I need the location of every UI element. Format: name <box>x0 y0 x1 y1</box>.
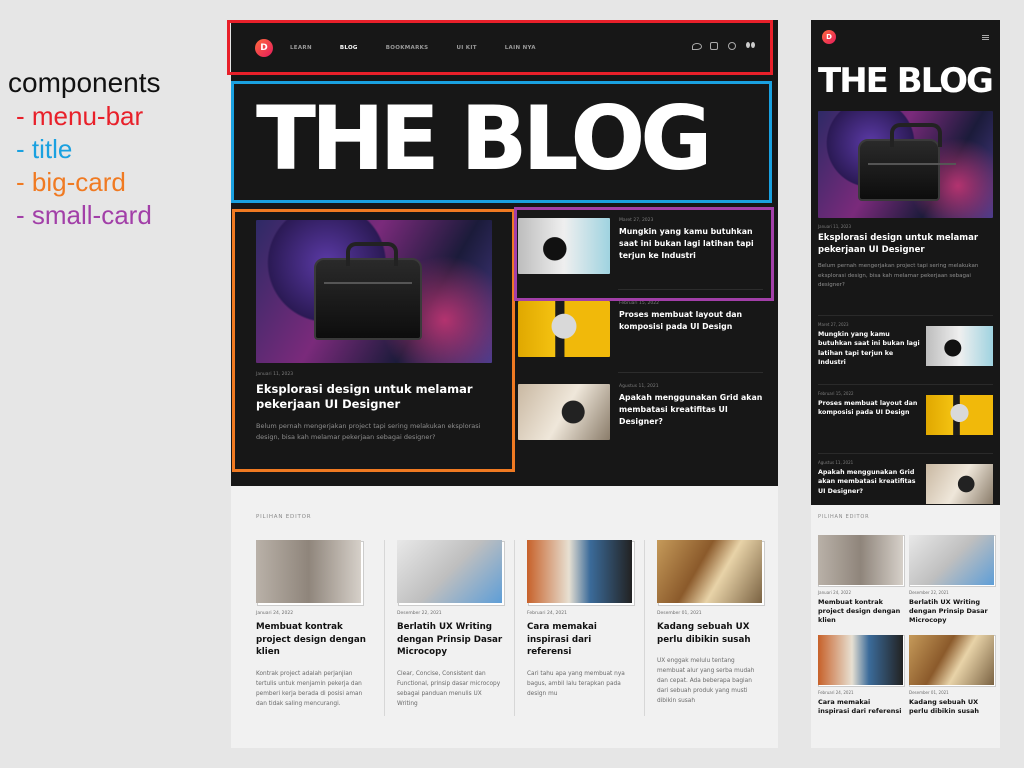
small-card-title[interactable]: Apakah menggunakan Grid akan membatasi k… <box>619 392 763 428</box>
mobile-editor-grid: Januari 24, 2022 Membuat kontrak project… <box>818 535 994 716</box>
mobile-editor-card[interactable]: Desember 22, 2021 Berlatih UX Writing de… <box>909 535 994 625</box>
legend-item-big-card: - big-card <box>16 167 126 197</box>
mobile-big-card-date: Januari 11, 2023 <box>818 224 851 229</box>
editor-card-image[interactable] <box>256 540 361 603</box>
mobile-editor-card-date: Februari 24, 2021 <box>818 690 854 695</box>
small-card-date: Februari 15, 2022 <box>619 301 659 306</box>
mobile-editor-card[interactable]: Februari 24, 2021 Cara memakai inspirasi… <box>818 635 903 716</box>
mobile-editor-card-title[interactable]: Berlatih UX Writing dengan Prinsip Dasar… <box>909 598 994 625</box>
editor-card-date: Januari 24, 2022 <box>256 611 294 616</box>
mobile-small-card-title[interactable]: Apakah menggunakan Grid akan membatasi k… <box>818 468 922 496</box>
bag-illustration <box>858 123 956 201</box>
small-card-image[interactable] <box>518 384 610 440</box>
editor-card[interactable]: Januari 24, 2022 Membuat kontrak project… <box>256 540 385 740</box>
mobile-editor-card-title[interactable]: Kadang sebuah UX perlu dibikin susah <box>909 698 994 716</box>
mobile-editor-card-title[interactable]: Cara memakai inspirasi dari referensi <box>818 698 903 716</box>
mobile-small-card[interactable]: Februari 15, 2022 Proses membuat layout … <box>818 384 993 440</box>
legend-title: components <box>8 67 161 98</box>
editor-card[interactable]: Februari 24, 2021 Cara memakai inspirasi… <box>515 540 645 740</box>
editor-card-title[interactable]: Cara memakai inspirasi dari referensi <box>527 621 633 659</box>
mobile-editor-card-date: Desember 22, 2021 <box>909 590 949 595</box>
mobile-small-card-date: Agustus 11, 2021 <box>818 460 854 465</box>
mobile-editor-card[interactable]: Desember 01, 2021 Kadang sebuah UX perlu… <box>909 635 994 716</box>
mobile-editor-card-date: Januari 24, 2022 <box>818 590 851 595</box>
editor-card-date: Februari 24, 2021 <box>527 611 567 616</box>
mobile-small-card-image[interactable] <box>926 326 993 366</box>
small-card[interactable]: Agustus 11, 2021 Apakah menggunakan Grid… <box>518 384 763 446</box>
menu-bar-highlight <box>227 20 773 75</box>
small-card[interactable]: Februari 15, 2022 Proses membuat layout … <box>518 301 763 373</box>
editor-card-excerpt: Kontrak project adalah perjanjian tertul… <box>256 670 363 707</box>
mobile-big-card-image[interactable] <box>818 111 993 218</box>
mobile-big-card-title[interactable]: Eksplorasi design untuk melamar pekerjaa… <box>818 232 993 256</box>
mobile-editor-card-image[interactable] <box>818 635 903 685</box>
mobile-small-card-date: Februari 15, 2022 <box>818 391 854 396</box>
editor-card[interactable]: Desember 01, 2021 Kadang sebuah UX perlu… <box>645 540 775 740</box>
editor-card-date: Desember 22, 2021 <box>397 611 442 616</box>
editor-card-title[interactable]: Berlatih UX Writing dengan Prinsip Dasar… <box>397 621 503 659</box>
editor-card-excerpt: UX enggak melulu tentang membuat alur ya… <box>657 658 755 704</box>
editor-card-excerpt: Clear, Concise, Consistent dan Functiona… <box>397 670 501 707</box>
legend-item-menu-bar: - menu-bar <box>16 101 144 131</box>
mobile-editor-card-image[interactable] <box>909 635 994 685</box>
small-card-title[interactable]: Proses membuat layout dan komposisi pada… <box>619 309 763 333</box>
legend-item-small-card: - small-card <box>16 200 152 230</box>
mobile-big-card[interactable]: Januari 11, 2023 Eksplorasi design untuk… <box>818 111 993 291</box>
mobile-small-card-title[interactable]: Mungkin yang kamu butuhkan saat ini buka… <box>818 330 922 367</box>
mobile-small-card[interactable]: Agustus 11, 2021 Apakah menggunakan Grid… <box>818 453 993 509</box>
mobile-editor-heading: PILIHAN EDITOR <box>818 514 870 520</box>
mobile-small-card-image[interactable] <box>926 464 993 504</box>
editor-card-image[interactable] <box>397 540 502 603</box>
editor-card-row: Januari 24, 2022 Membuat kontrak project… <box>256 540 775 740</box>
editor-card-title[interactable]: Membuat kontrak project design dengan kl… <box>256 621 373 659</box>
small-card-highlight <box>514 207 774 301</box>
mobile-editor-card-image[interactable] <box>909 535 994 585</box>
small-card-image[interactable] <box>518 301 610 357</box>
title-highlight <box>231 81 772 203</box>
hamburger-menu-icon[interactable] <box>982 35 989 40</box>
legend-item-title: - title <box>16 134 73 164</box>
editor-card[interactable]: Desember 22, 2021 Berlatih UX Writing de… <box>385 540 515 740</box>
mobile-editor-card-image[interactable] <box>818 535 903 585</box>
editor-card-date: Desember 01, 2021 <box>657 611 702 616</box>
editor-section-heading: PILIHAN EDITOR <box>256 514 312 520</box>
mobile-small-card[interactable]: Maret 27, 2023 Mungkin yang kamu butuhka… <box>818 315 993 371</box>
mobile-small-card-title[interactable]: Proses membuat layout dan komposisi pada… <box>818 399 922 418</box>
mobile-big-card-excerpt: Belum pernah mengerjakan project tapi se… <box>818 263 979 288</box>
mobile-editor-card[interactable]: Januari 24, 2022 Membuat kontrak project… <box>818 535 903 625</box>
editor-card-image[interactable] <box>527 540 632 603</box>
components-legend: components - menu-bar - title - big-card… <box>8 66 161 232</box>
mobile-small-card-list: Maret 27, 2023 Mungkin yang kamu butuhka… <box>818 315 993 522</box>
big-card-highlight <box>232 209 515 472</box>
small-card-date: Agustus 11, 2021 <box>619 384 659 389</box>
mobile-page-title: THE BLOG <box>818 61 994 101</box>
mobile-small-card-date: Maret 27, 2023 <box>818 322 849 327</box>
mobile-mockup: D THE BLOG Januari 11, 2023 Eksplorasi d… <box>811 20 1000 748</box>
editor-card-excerpt: Cari tahu apa yang membuat nya bagus, am… <box>527 670 625 697</box>
editor-card-title[interactable]: Kadang sebuah UX perlu dibikin susah <box>657 621 763 646</box>
editor-card-image[interactable] <box>657 540 762 603</box>
mobile-small-card-image[interactable] <box>926 395 993 435</box>
mobile-editor-card-title[interactable]: Membuat kontrak project design dengan kl… <box>818 598 903 625</box>
mobile-logo[interactable]: D <box>822 30 836 44</box>
mobile-hero-section: D THE BLOG Januari 11, 2023 Eksplorasi d… <box>811 20 1000 505</box>
mobile-editor-card-date: Desember 01, 2021 <box>909 690 949 695</box>
